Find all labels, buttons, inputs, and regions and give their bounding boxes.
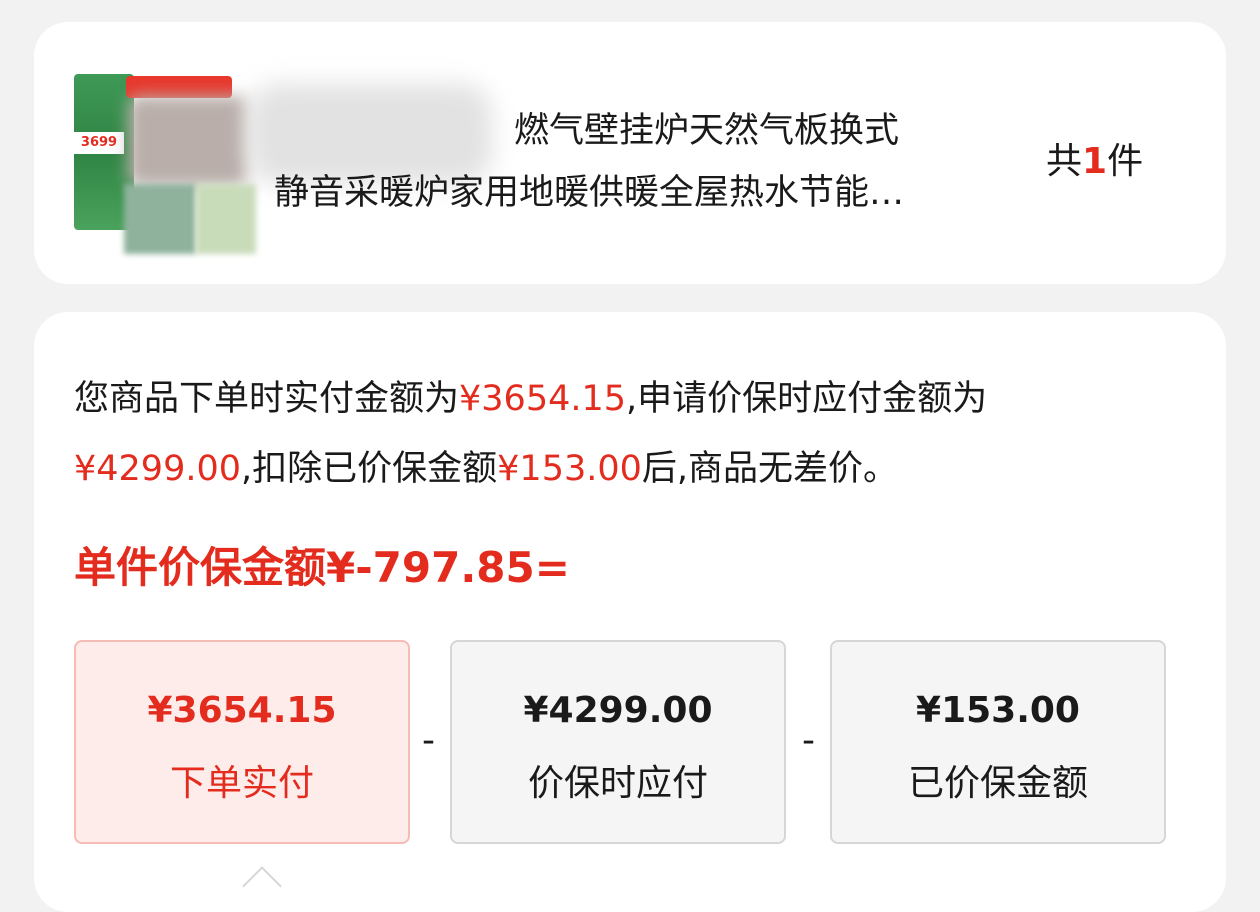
minus-operator: - [422, 720, 435, 761]
product-title[interactable]: 燃气壁挂炉天然气板换式 静音采暖炉家用地暖供暖全屋热水节能… [274, 100, 994, 224]
quantity-prefix: 共 [1046, 141, 1083, 182]
thumbnail-promo-banner [126, 76, 232, 98]
thumbnail-price: 3699 [74, 132, 124, 154]
payable-amount: ¥4299.00 [74, 449, 242, 489]
thumbnail-blurred-area [124, 184, 196, 254]
protected-amount: ¥153.00 [497, 449, 642, 489]
formula-label: 单件价保金额 [74, 543, 327, 592]
desc-text: ,扣除已价保金额 [241, 449, 498, 489]
product-card[interactable]: 3699 燃气壁挂炉天然气板换式 静音采暖炉家用地暖供暖全屋热水节能… 共1件 [34, 22, 1226, 284]
box-label: 下单实付 [169, 763, 314, 804]
minus-operator: - [802, 720, 815, 761]
box-amount: ¥153.00 [916, 690, 1080, 731]
paid-amount: ¥3654.15 [459, 379, 627, 419]
product-title-line2: 静音采暖炉家用地暖供暖全屋热水节能… [274, 173, 905, 213]
unit-protection-amount: 单件价保金额¥-797.85= [74, 534, 570, 595]
product-title-line1: 燃气壁挂炉天然气板换式 [514, 111, 900, 151]
price-protection-card: 您商品下单时实付金额为¥3654.15,申请价保时应付金额为 ¥4299.00,扣… [34, 312, 1226, 912]
payable-amount-box: ¥4299.00 价保时应付 [450, 640, 786, 844]
quantity-suffix: 件 [1107, 141, 1144, 182]
box-amount: ¥4299.00 [523, 690, 713, 731]
quantity-value: 1 [1082, 141, 1108, 182]
desc-text: 后,商品无差价。 [641, 449, 899, 489]
desc-text: ,申请价保时应付金额为 [626, 379, 988, 419]
box-amount: ¥3654.15 [147, 690, 337, 731]
item-quantity: 共1件 [1046, 132, 1143, 184]
box-label: 已价保金额 [907, 763, 1088, 804]
desc-text: 您商品下单时实付金额为 [74, 379, 460, 419]
formula-equals: = [534, 543, 570, 592]
paid-amount-box: ¥3654.15 下单实付 [74, 640, 410, 844]
thumbnail-blurred-area [128, 96, 248, 186]
tooltip-caret [242, 866, 282, 906]
protected-amount-box: ¥153.00 已价保金额 [830, 640, 1166, 844]
thumbnail-blurred-area [196, 184, 256, 254]
formula-value: ¥-797.85 [326, 543, 535, 592]
box-label: 价保时应付 [527, 763, 708, 804]
price-protection-description: 您商品下单时实付金额为¥3654.15,申请价保时应付金额为 ¥4299.00,扣… [74, 364, 1184, 504]
product-thumbnail[interactable]: 3699 [74, 74, 264, 254]
